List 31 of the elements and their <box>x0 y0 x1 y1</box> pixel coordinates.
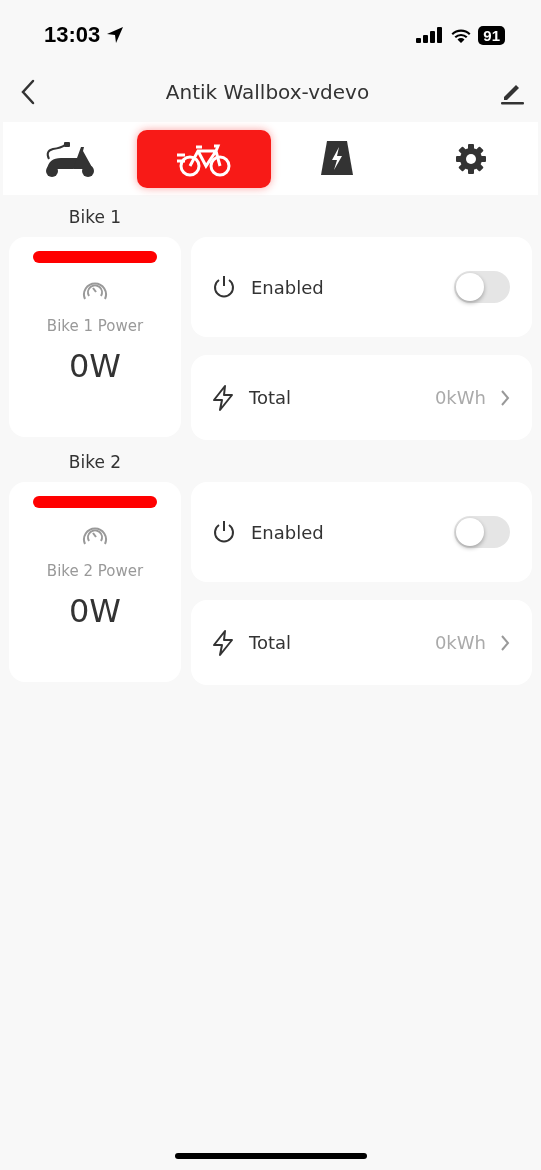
gauge-icon <box>82 279 108 301</box>
page-title: Antik Wallbox-vdevo <box>165 80 370 104</box>
battery-level: 91 <box>478 25 505 45</box>
lightning-icon <box>211 383 235 412</box>
power-value: 0W <box>69 592 121 630</box>
power-value: 0W <box>69 347 121 385</box>
chevron-right-icon <box>500 388 510 407</box>
enabled-toggle[interactable] <box>454 516 510 548</box>
lightning-icon <box>211 628 235 657</box>
gauge-icon <box>82 524 108 546</box>
signal-icon <box>416 26 445 44</box>
power-icon <box>211 519 237 545</box>
enabled-label: Enabled <box>251 276 324 298</box>
status-time: 13:03 <box>44 22 101 48</box>
bike-name: Bike 2 <box>68 452 122 472</box>
chevron-right-icon <box>500 633 510 652</box>
total-label: Total <box>249 632 292 653</box>
power-icon <box>211 274 237 300</box>
total-label: Total <box>249 387 292 408</box>
settings-icon <box>454 141 489 176</box>
power-label: Bike 2 Power <box>46 562 144 580</box>
location-arrow-icon <box>106 26 125 44</box>
bike-tab[interactable] <box>136 129 271 188</box>
total-value: 0kWh <box>434 387 486 408</box>
power-label: Bike 1 Power <box>46 317 144 335</box>
total-card[interactable]: Total 0kWh <box>191 600 532 685</box>
total-value: 0kWh <box>434 632 486 653</box>
enabled-label: Enabled <box>251 521 324 543</box>
enabled-toggle[interactable] <box>454 271 510 303</box>
bike-name: Bike 1 <box>68 207 122 227</box>
total-card[interactable]: Total 0kWh <box>191 355 532 440</box>
